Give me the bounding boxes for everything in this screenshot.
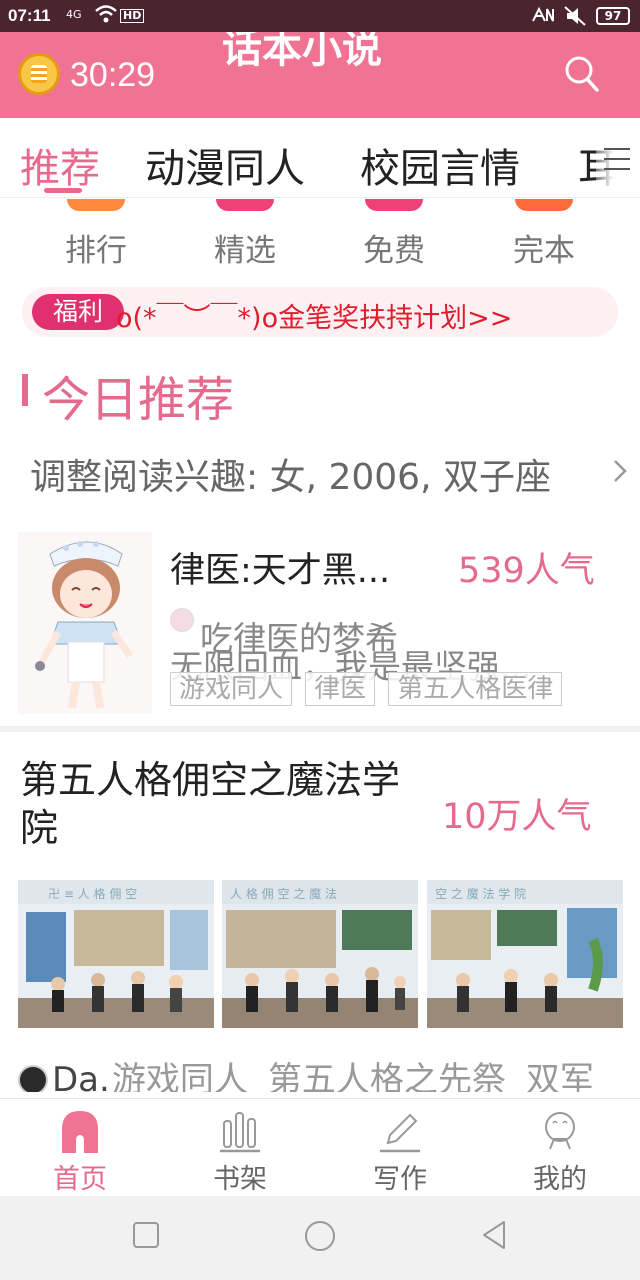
profile-icon [545,1112,575,1150]
section-accent-bar [22,374,28,406]
home-icon [62,1111,98,1153]
welfare-banner[interactable]: 福利 o(*￣︶￣*)o金笔奖扶持计划>> [22,287,618,337]
author-avatar [18,1065,48,1092]
alarm-coin-icon[interactable] [18,53,60,95]
quick-categories: 排行 精选 免费 完本 [0,199,640,279]
nav-bookshelf[interactable]: 书架 [160,1099,320,1197]
status-bar: 07:11 4G HD 97 [0,0,640,32]
book-meta: Da.游戏同人 第五人格之先祭 双军 [18,1052,640,1092]
completed-icon [515,199,573,211]
app-header: 30:29 话本小说 [0,32,640,118]
book-image[interactable]: 卍 ≡ 人 格 佣 空 [18,880,214,1028]
tab-anime-fanfic[interactable]: 动漫同人 [145,136,305,194]
tab-recommend[interactable]: 推荐 [20,136,100,194]
book-title: 律医:天才黑... [170,551,391,591]
book-popularity: 539人气 [458,551,595,591]
nfc-icon [530,5,556,30]
book-title[interactable]: 第五人格佣空之魔法学院 [20,756,430,852]
category-completed[interactable]: 完本 [474,199,614,270]
category-ranking[interactable]: 排行 [26,199,166,270]
banner-text: o(*￣︶￣*)o金笔奖扶持计划>> [116,303,513,334]
bottom-nav: 首页 书架 写作 我的 [0,1098,640,1196]
book-tag: 律医 [305,672,376,706]
search-icon[interactable] [564,54,600,94]
nav-home[interactable]: 首页 [0,1099,160,1197]
chevron-right-icon [614,460,627,482]
category-label: 免费 [363,233,425,269]
category-label: 精选 [214,233,276,269]
book-tag: 第五人格之先祭 [267,1060,506,1092]
featured-icon [216,199,274,211]
active-tab-indicator [44,188,82,193]
section-title: 今日推荐 [42,372,235,428]
nav-label: 首页 [53,1164,107,1195]
section-divider [0,726,640,732]
welfare-badge: 福利 [32,294,124,330]
page-title: 话本小说 [222,32,382,72]
nav-label: 我的 [533,1164,587,1195]
author-avatar [170,608,194,632]
wifi-icon [94,4,118,28]
svg-text:卍 ≡ 人 格 佣 空: 卍 ≡ 人 格 佣 空 [48,886,137,901]
category-free[interactable]: 免费 [324,199,464,270]
pen-icon [380,1113,420,1153]
book-tag: 第五人格医律 [388,672,563,706]
svg-text:空 之 魔 法 学 院: 空 之 魔 法 学 院 [435,886,526,901]
hd-indicator: HD [120,9,145,23]
category-featured[interactable]: 精选 [175,199,315,270]
book-tag: 游戏同人 [111,1060,248,1092]
home-button-icon[interactable] [304,1220,336,1252]
battery-indicator: 97 [596,7,630,25]
nav-write[interactable]: 写作 [320,1099,480,1197]
ranking-icon [67,199,125,211]
interest-setting[interactable]: 调整阅读兴趣: 女, 2006, 双子座 [30,448,551,500]
book-tag: 游戏同人 [170,672,293,706]
mute-icon [562,5,588,32]
svg-text:人 格 佣 空 之 魔 法: 人 格 佣 空 之 魔 法 [230,886,337,901]
recent-apps-icon[interactable] [132,1220,160,1250]
status-time: 07:11 [8,6,51,25]
book-tag: 双军 [525,1060,594,1092]
tab-menu-icon[interactable] [596,118,640,197]
reading-timer: 30:29 [70,56,156,94]
category-tabs: 推荐 动漫同人 校园言情 耳 [0,118,640,198]
network-indicator: 4G [66,8,82,21]
book-tags: 游戏同人 律医 第五人格医律 [170,672,570,708]
book-cover [18,532,152,714]
book-image[interactable]: 空 之 魔 法 学 院 [427,880,623,1028]
book-image[interactable]: 人 格 佣 空 之 魔 法 [222,880,418,1028]
nav-label: 书架 [213,1164,267,1195]
category-label: 排行 [65,233,127,269]
category-label: 完本 [513,233,575,269]
system-nav-bar [0,1196,640,1280]
back-icon[interactable] [480,1220,508,1250]
nav-label: 写作 [373,1164,427,1195]
book-card[interactable]: 律医:天才黑... 539人气 吃律医的梦希 无限回血，我是最坚强... 游戏同… [0,530,640,726]
bookshelf-icon [220,1112,260,1153]
tab-campus-romance[interactable]: 校园言情 [360,136,520,194]
book-author: Da. [52,1060,110,1092]
free-icon [365,199,423,211]
nav-profile[interactable]: 我的 [480,1099,640,1197]
book-popularity: 10万人气 [442,797,592,837]
